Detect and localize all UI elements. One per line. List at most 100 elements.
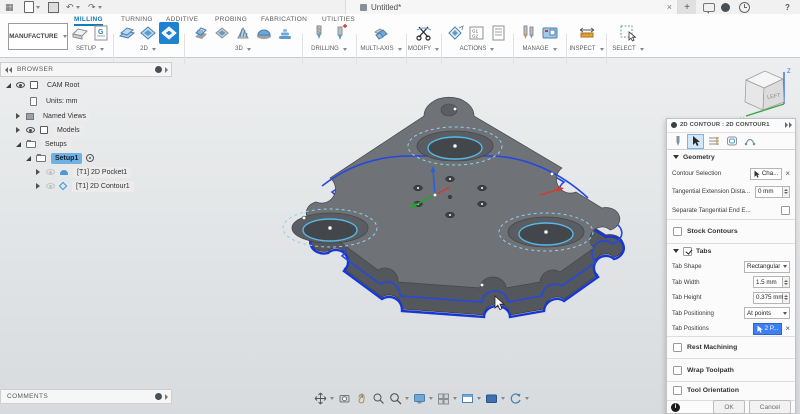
wrap-toolpath-checkbox[interactable] (673, 366, 682, 375)
zoom-window-icon[interactable] (389, 392, 409, 405)
2d-pocket-button[interactable] (138, 22, 158, 44)
contour-selection-button[interactable]: Cha... (750, 168, 783, 180)
group-label-3d[interactable]: 3D (235, 46, 251, 52)
tool-orientation-checkbox[interactable] (673, 386, 682, 395)
2d-adaptive-button[interactable] (117, 22, 137, 44)
comments-panel-header[interactable]: COMMENTS (0, 389, 172, 404)
tree-item-label[interactable]: Setups (41, 139, 71, 150)
visibility-eye-icon[interactable] (26, 127, 35, 133)
expander-collapsed-icon[interactable] (36, 183, 40, 189)
tab-linking[interactable] (741, 134, 758, 149)
save-icon[interactable] (48, 0, 59, 14)
stock-contours-checkbox[interactable] (673, 227, 682, 236)
app-grid-icon[interactable]: ▦ (5, 0, 14, 14)
clear-selection-icon[interactable]: × (785, 169, 790, 178)
look-at-icon[interactable] (338, 392, 351, 405)
document-tab[interactable]: Untitled* × (345, 0, 678, 14)
feedback-icon[interactable] (703, 0, 715, 14)
help-icon[interactable]: ? (785, 0, 790, 14)
visibility-eye-off-icon[interactable] (46, 169, 55, 175)
group-label-drilling[interactable]: DRILLING (311, 46, 347, 52)
drill-button[interactable] (309, 22, 329, 44)
3d-adaptive-button[interactable] (191, 22, 211, 44)
expand-panel-icon[interactable] (165, 394, 168, 400)
group-label-setup[interactable]: SETUP (76, 46, 104, 52)
grid-snaps-icon[interactable] (437, 392, 457, 405)
tab-shape-dropdown[interactable]: Rectangular (744, 261, 790, 273)
ncprogram-button[interactable]: G (91, 22, 111, 44)
tabs-section-header[interactable]: Tabs (667, 243, 795, 259)
group-label-inspect[interactable]: INSPECT (569, 46, 603, 52)
detach-dialog-icon[interactable] (785, 122, 792, 128)
tap-button[interactable] (330, 22, 350, 44)
group-label-modify[interactable]: MODIFY (408, 46, 439, 52)
redo-icon[interactable]: ↷ (88, 0, 102, 14)
expander-collapsed-icon[interactable] (16, 113, 20, 119)
group-label-multi-axis[interactable]: MULTI-AXIS (360, 46, 401, 52)
group-label-actions[interactable]: ACTIONS (460, 46, 495, 52)
tree-item-label[interactable]: CAM Root (43, 80, 83, 91)
tree-item-label[interactable]: Units: mm (42, 96, 82, 107)
tree-item-label[interactable]: [T1] 2D Pocket1 (73, 167, 131, 178)
close-tab-icon[interactable]: × (667, 2, 672, 12)
geometry-section-header[interactable]: Geometry (667, 150, 795, 164)
stock-contours-section[interactable]: Stock Contours (667, 219, 795, 242)
dialog-header[interactable]: 2D CONTOUR : 2D CONTOUR1 (667, 119, 795, 133)
expander-collapsed-icon[interactable] (36, 169, 40, 175)
group-label-select[interactable]: SELECT (612, 46, 643, 52)
tree-item-label[interactable]: Models (53, 125, 84, 136)
info-icon[interactable]: i (671, 403, 680, 412)
tree-item-setups[interactable]: Setups (16, 138, 71, 150)
tab-positions-button[interactable]: 2 P... (753, 323, 783, 335)
cancel-button[interactable]: Cancel (749, 400, 791, 414)
orbit-icon[interactable] (314, 392, 334, 405)
extensions-icon[interactable] (721, 0, 730, 14)
tree-item-units[interactable]: Units: mm (30, 95, 82, 107)
undo-icon[interactable]: ↶ (66, 0, 80, 14)
tree-item-setup1[interactable]: Setup1 (26, 152, 94, 164)
pan-icon[interactable] (355, 392, 368, 405)
wrap-toolpath-section[interactable]: Wrap Toolpath (667, 358, 795, 380)
tree-item-cam-root[interactable]: CAM Root (6, 79, 83, 91)
tabs-checkbox[interactable] (683, 247, 692, 256)
orbit-constrained-icon[interactable] (509, 392, 529, 405)
setup-sheet-button[interactable] (488, 22, 508, 44)
3d-spiral-button[interactable] (275, 22, 295, 44)
clear-selection-icon[interactable]: × (785, 324, 790, 333)
3d-pocket-button[interactable] (212, 22, 232, 44)
3d-parallel-button[interactable] (233, 22, 253, 44)
tab-height-input[interactable]: 0.375 mm (753, 292, 783, 304)
expander-expanded-icon[interactable] (6, 83, 11, 88)
viewport-layout-icon[interactable] (461, 392, 481, 405)
display-settings-icon[interactable] (155, 66, 162, 73)
setup-button[interactable] (70, 22, 90, 44)
expand-panel-icon[interactable] (165, 67, 168, 73)
workspace-switcher[interactable]: MANUFACTURE (8, 23, 68, 50)
tree-item-models[interactable]: Models (16, 124, 84, 136)
tab-heights[interactable] (705, 134, 722, 149)
select-button[interactable] (618, 22, 638, 44)
expander-expanded-icon[interactable] (16, 142, 21, 147)
visibility-eye-off-icon[interactable] (46, 183, 55, 189)
group-label-manage[interactable]: MANAGE (522, 46, 556, 52)
expander-collapsed-icon[interactable] (16, 127, 20, 133)
gcode-editor-button[interactable]: G1G2 (467, 22, 487, 44)
group-label-2d[interactable]: 2D (140, 46, 156, 52)
tree-item-named-views[interactable]: Named Views (16, 110, 90, 122)
new-tab-button[interactable]: + (678, 0, 696, 14)
browser-panel-header[interactable]: BROWSER (0, 62, 172, 77)
model-canvas[interactable] (258, 82, 638, 322)
tree-item-2d-pocket1[interactable]: [T1] 2D Pocket1 (36, 166, 131, 178)
display-settings-icon[interactable] (155, 393, 162, 400)
tool-library-button[interactable] (519, 22, 539, 44)
tab-passes[interactable] (723, 134, 740, 149)
collapse-panel-icon[interactable] (5, 67, 13, 73)
separate-tangential-checkbox[interactable] (781, 206, 790, 215)
zoom-icon[interactable] (372, 392, 385, 405)
single-viewport-icon[interactable] (485, 392, 505, 405)
view-cube[interactable]: Z Y LEFT (738, 64, 794, 124)
tree-item-label-selected[interactable]: Setup1 (51, 153, 82, 164)
tab-geometry[interactable] (687, 134, 704, 149)
active-setup-radio-icon[interactable] (86, 154, 94, 162)
tab-width-input[interactable]: 1.5 mm (753, 276, 783, 288)
